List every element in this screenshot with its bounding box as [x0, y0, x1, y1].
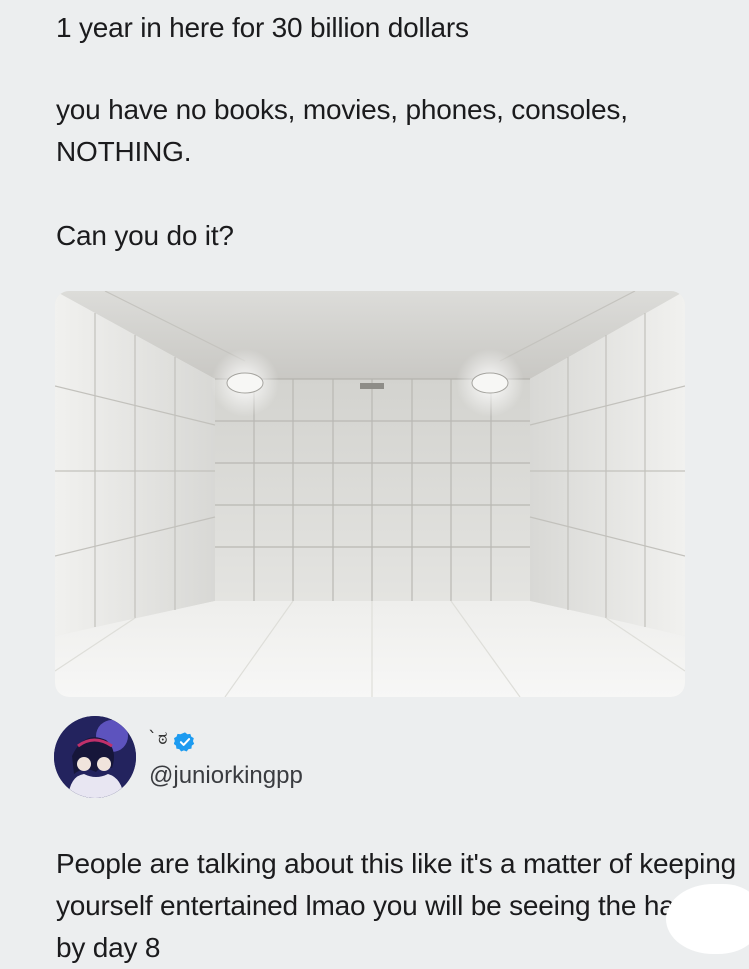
- verified-badge-icon: [174, 732, 195, 752]
- post-text-line-2: you have no books, movies, phones, conso…: [56, 94, 628, 167]
- padded-room-illustration: [55, 291, 685, 697]
- display-name[interactable]: `ಠ: [148, 728, 169, 749]
- reply-text: People are talking about this like it's …: [56, 848, 737, 963]
- padded-room-photo[interactable]: [55, 291, 685, 697]
- post-text-line-1: 1 year in here for 30 billion dollars: [56, 12, 469, 43]
- post-text-line-3: Can you do it?: [56, 220, 234, 251]
- avatar-image: [54, 716, 136, 798]
- avatar[interactable]: [54, 716, 136, 798]
- reply-author: `ಠ @juniorkingpp: [54, 716, 454, 800]
- user-handle[interactable]: @juniorkingpp: [149, 762, 303, 790]
